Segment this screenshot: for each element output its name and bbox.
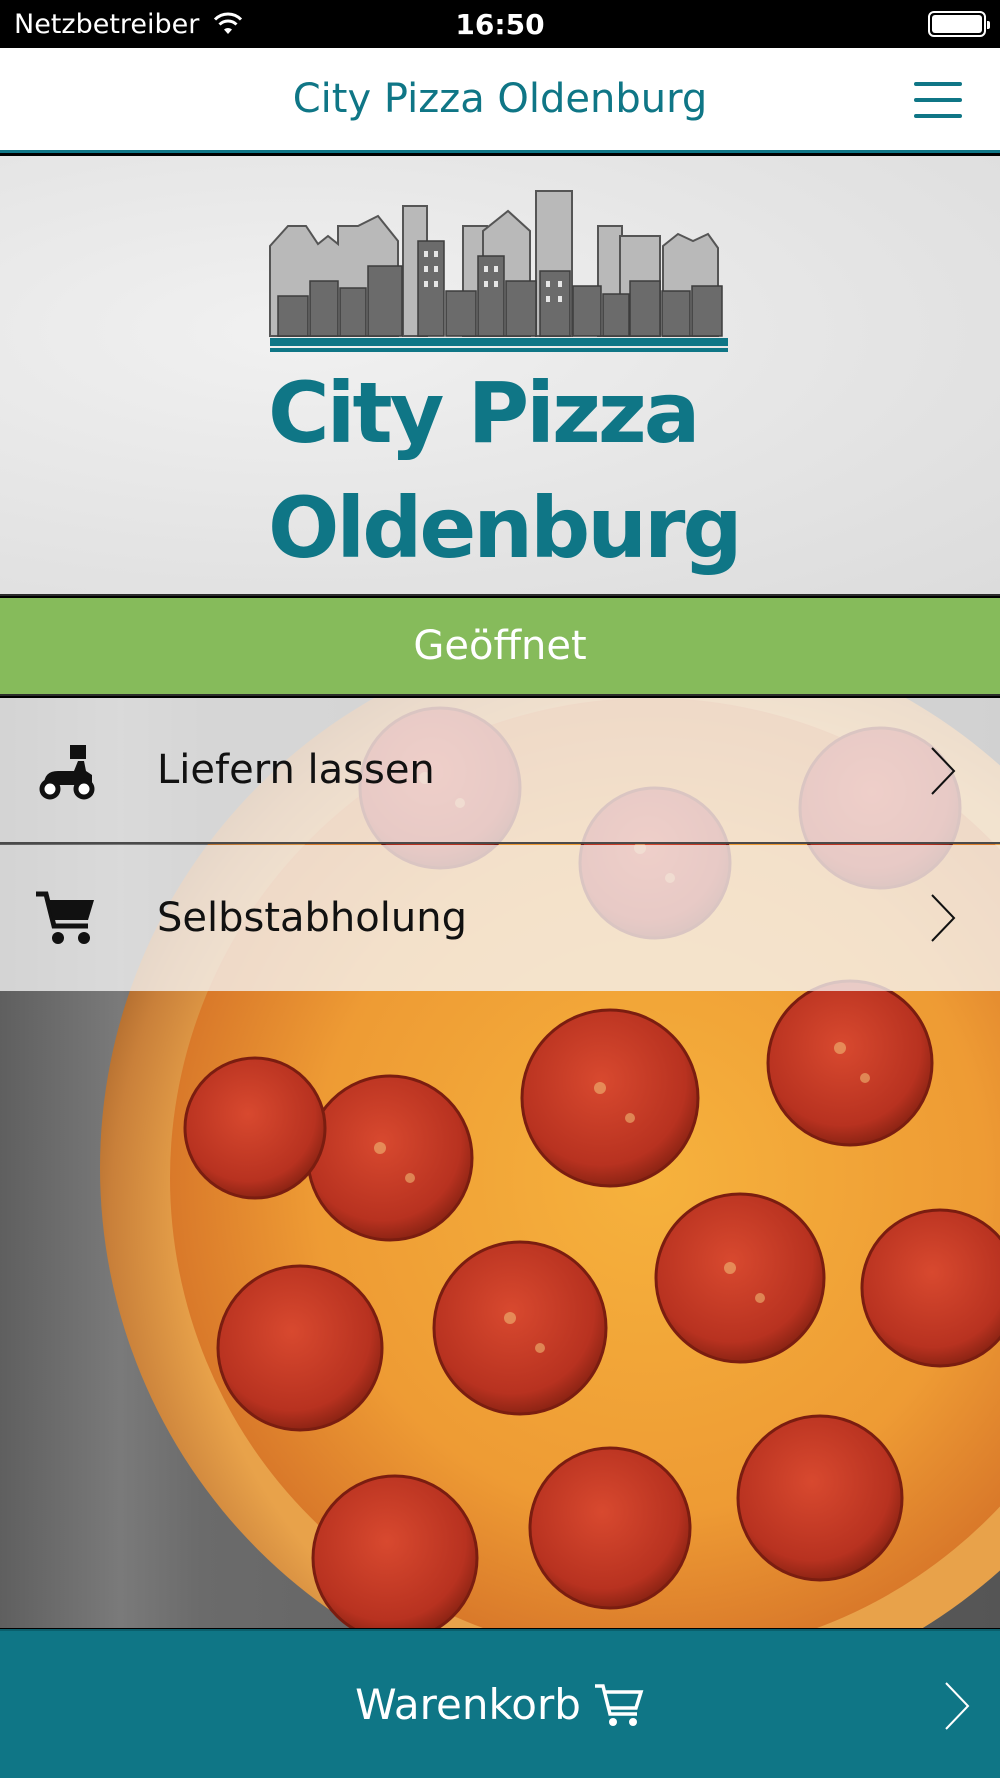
logo-text-line2: Oldenburg [268, 479, 743, 577]
menu-button[interactable] [914, 82, 962, 118]
status-left: Netzbetreiber [14, 9, 243, 40]
city-skyline-icon [269, 190, 728, 352]
hamburger-icon-line [914, 82, 962, 86]
cart-outline-icon [594, 1683, 644, 1726]
shopping-cart-icon [36, 891, 94, 944]
battery-icon [928, 11, 990, 37]
wifi-icon [214, 12, 243, 34]
hamburger-icon-line [914, 98, 962, 102]
open-status-banner: Geöffnet [0, 598, 1000, 696]
chevron-right-icon [945, 1682, 970, 1730]
cart-button[interactable]: Warenkorb [0, 1629, 1000, 1778]
nav-bar: City Pizza Oldenburg [0, 48, 1000, 153]
delivery-scooter-icon [39, 745, 95, 800]
logo-text-line1: City Pizza [268, 364, 700, 462]
open-status-label: Geöffnet [413, 623, 587, 669]
cart-label: Warenkorb [355, 1680, 581, 1729]
delivery-option-row[interactable]: Liefern lassen [0, 698, 1000, 844]
chevron-right-icon [931, 747, 956, 795]
hero-banner: City Pizza Oldenburg [0, 156, 1000, 596]
pickup-option-label: Selbstabholung [157, 895, 467, 941]
status-bar: Netzbetreiber 16:50 [0, 0, 1000, 48]
restaurant-logo: City Pizza Oldenburg [268, 186, 743, 570]
carrier-label: Netzbetreiber [14, 8, 200, 40]
chevron-right-icon [931, 894, 956, 942]
delivery-option-label: Liefern lassen [157, 747, 435, 793]
pickup-option-row[interactable]: Selbstabholung [0, 845, 1000, 991]
hamburger-icon-line [914, 114, 962, 118]
page-title: City Pizza Oldenburg [292, 76, 708, 122]
